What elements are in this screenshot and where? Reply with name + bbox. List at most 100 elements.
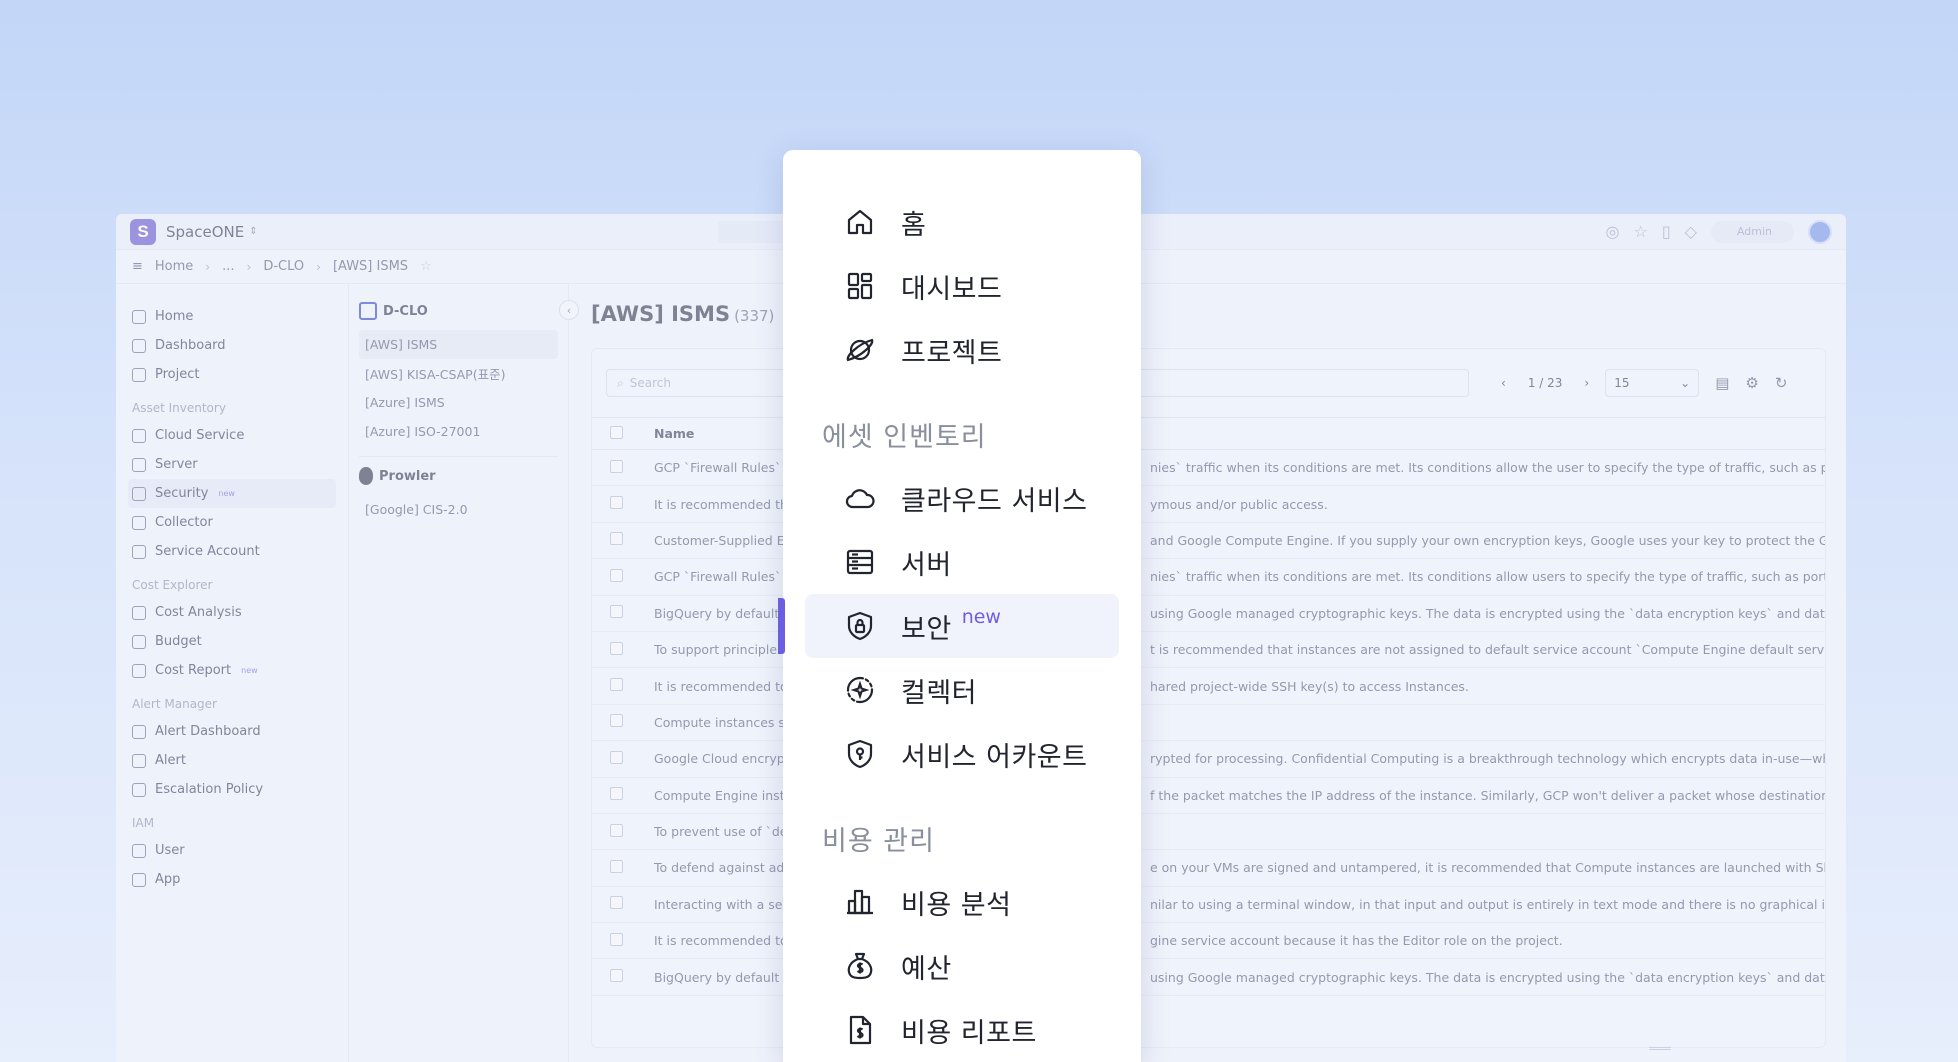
admin-mode-toggle[interactable]: Admin bbox=[1710, 220, 1794, 243]
row-checkbox[interactable] bbox=[610, 678, 623, 692]
lnb-item-app[interactable]: App bbox=[128, 865, 336, 894]
menu-hamburger-icon[interactable]: ≡ bbox=[132, 259, 143, 274]
workspace-switch-icon[interactable]: ⇕ bbox=[249, 226, 257, 237]
pagination: ‹ 1 / 23 › bbox=[1501, 376, 1589, 390]
menu-item-service-account[interactable]: 서비스 어카운트 bbox=[805, 722, 1119, 786]
bell-icon[interactable]: ◇ bbox=[1685, 222, 1697, 241]
resize-handle[interactable] bbox=[1649, 1047, 1671, 1050]
report-icon bbox=[843, 1013, 877, 1047]
menu-item-cloud-service[interactable]: 클라우드 서비스 bbox=[805, 466, 1119, 530]
table-row[interactable]: It is recommended to gine service account… bbox=[592, 922, 1825, 960]
menu-item-cost-report[interactable]: 비용 리포트 bbox=[805, 998, 1119, 1062]
table-row[interactable]: Interacting with a ser nilar to using a t… bbox=[592, 886, 1825, 924]
lnb-item-cost-report[interactable]: Cost Report new bbox=[128, 656, 336, 685]
column-header-name[interactable]: Name bbox=[654, 417, 784, 450]
row-checkbox[interactable] bbox=[610, 641, 623, 655]
table-row[interactable]: Compute Engine insta f the packet matches… bbox=[592, 777, 1825, 814]
row-checkbox[interactable] bbox=[610, 568, 623, 582]
row-checkbox[interactable] bbox=[610, 896, 623, 910]
menu-item-dashboard[interactable]: 대시보드 bbox=[805, 254, 1119, 318]
table-row[interactable]: GCP `Firewall Rules` a nies` traffic when… bbox=[592, 558, 1825, 596]
breadcrumb-home[interactable]: Home bbox=[155, 259, 193, 274]
table-row[interactable]: Customer-Supplied En and Google Compute E… bbox=[592, 522, 1825, 560]
refresh-icon[interactable]: ↻ bbox=[1775, 374, 1788, 392]
breadcrumb-workspace[interactable]: D-CLO bbox=[263, 259, 304, 274]
row-name: Customer-Supplied En bbox=[654, 522, 784, 560]
left-nav: Home Dashboard Project Asset Inventory C… bbox=[116, 284, 349, 1062]
breadcrumb-ellipsis[interactable]: ... bbox=[222, 259, 234, 274]
user-avatar[interactable] bbox=[1808, 219, 1832, 244]
menu-item-security[interactable]: 보안 new bbox=[778, 594, 1119, 658]
tree-item[interactable]: [AWS] ISMS bbox=[359, 330, 558, 359]
notice-icon[interactable]: ▯ bbox=[1662, 222, 1671, 241]
row-name: Interacting with a ser bbox=[654, 886, 784, 924]
prev-page-icon[interactable]: ‹ bbox=[1501, 376, 1506, 390]
row-checkbox[interactable] bbox=[610, 969, 623, 983]
lnb-item-cloud-service[interactable]: Cloud Service bbox=[128, 421, 336, 450]
lnb-item-home[interactable]: Home bbox=[128, 302, 336, 331]
lnb-item-alert[interactable]: Alert bbox=[128, 746, 336, 775]
server-icon bbox=[843, 545, 877, 579]
menu-item-home[interactable]: 홈 bbox=[805, 190, 1119, 254]
favorite-star-icon[interactable]: ☆ bbox=[1633, 222, 1647, 241]
lnb-item-collector[interactable]: Collector bbox=[128, 508, 336, 537]
spaceone-logo[interactable]: S bbox=[130, 218, 156, 245]
menu-heading-asset-inventory: 에셋 인벤토리 bbox=[822, 421, 987, 453]
gear-icon[interactable]: ⚙ bbox=[1745, 374, 1758, 392]
cloud-icon bbox=[132, 428, 146, 443]
money-bag-icon bbox=[843, 949, 877, 983]
lnb-item-user[interactable]: User bbox=[128, 836, 336, 865]
tree-item[interactable]: [Azure] ISMS bbox=[359, 388, 558, 417]
table-row[interactable]: Compute instances sh bbox=[592, 704, 1825, 742]
breadcrumb-current: [AWS] ISMS bbox=[332, 259, 409, 274]
menu-item-collector[interactable]: 컬렉터 bbox=[805, 658, 1119, 722]
lnb-item-service-account[interactable]: Service Account bbox=[128, 537, 336, 566]
lnb-item-cost-analysis[interactable]: Cost Analysis bbox=[128, 598, 336, 627]
lnb-item-security[interactable]: Security new bbox=[128, 479, 336, 508]
next-page-icon[interactable]: › bbox=[1584, 376, 1589, 390]
menu-item-cost-analysis[interactable]: 비용 분석 bbox=[805, 870, 1119, 934]
lnb-item-dashboard[interactable]: Dashboard bbox=[128, 331, 336, 360]
page-size-select[interactable]: 15 ⌄ bbox=[1605, 369, 1700, 397]
row-checkbox[interactable] bbox=[610, 459, 623, 473]
lnb-item-escalation-policy[interactable]: Escalation Policy bbox=[128, 775, 336, 804]
row-checkbox[interactable] bbox=[610, 532, 623, 546]
table-row[interactable]: BigQuery by default e using Google manage… bbox=[592, 958, 1825, 996]
table-row[interactable]: It is recommended to hared project-wide S… bbox=[592, 667, 1825, 705]
row-checkbox[interactable] bbox=[610, 750, 623, 764]
row-checkbox[interactable] bbox=[610, 932, 623, 946]
user-icon bbox=[132, 843, 146, 858]
menu-item-server[interactable]: 서버 bbox=[805, 530, 1119, 594]
brand-name[interactable]: SpaceONE bbox=[166, 223, 244, 241]
lnb-item-budget[interactable]: Budget bbox=[128, 627, 336, 656]
row-checkbox[interactable] bbox=[610, 714, 623, 728]
table-row[interactable]: Google Cloud encrypt rypted for processin… bbox=[592, 740, 1825, 778]
table-row[interactable]: GCP `Firewall Rules` a nies` traffic when… bbox=[592, 449, 1825, 487]
row-checkbox[interactable] bbox=[610, 823, 623, 837]
globe-icon[interactable]: ◎ bbox=[1606, 222, 1620, 241]
favorite-star-icon[interactable]: ☆ bbox=[420, 259, 432, 274]
menu-item-project[interactable]: 프로젝트 bbox=[805, 318, 1119, 382]
tree-item[interactable]: [Azure] ISO-27001 bbox=[359, 417, 558, 446]
table-row[interactable]: BigQuery by default e using Google manage… bbox=[592, 595, 1825, 632]
lnb-item-project[interactable]: Project bbox=[128, 360, 336, 389]
row-checkbox[interactable] bbox=[610, 496, 623, 510]
cloud-icon bbox=[843, 481, 877, 515]
chevron-right-icon: › bbox=[246, 259, 252, 274]
table-row[interactable]: To support principle ot is recommended t… bbox=[592, 631, 1825, 669]
row-checkbox[interactable] bbox=[610, 787, 623, 801]
table-row[interactable]: It is recommended th ymous and/or public … bbox=[592, 485, 1825, 523]
tree-item[interactable]: [Google] CIS-2.0 bbox=[359, 495, 558, 524]
tree-item[interactable]: [AWS] KISA-CSAP(표준) bbox=[359, 359, 558, 388]
row-checkbox[interactable] bbox=[610, 859, 623, 873]
lnb-item-alert-dashboard[interactable]: Alert Dashboard bbox=[128, 717, 336, 746]
main-content: [AWS] ISMS (337) ⌕ Search ‹ 1 / 23 › 15 ⌄ ▤… bbox=[569, 284, 1846, 1062]
excel-export-icon[interactable]: ▤ bbox=[1715, 374, 1729, 392]
prowler-logo-icon bbox=[359, 467, 373, 485]
row-checkbox[interactable] bbox=[610, 605, 623, 619]
select-all-checkbox[interactable] bbox=[610, 425, 623, 439]
lnb-item-server[interactable]: Server bbox=[128, 450, 336, 479]
table-row[interactable]: To prevent use of `def bbox=[592, 813, 1825, 851]
table-row[interactable]: To defend against adv e on your VMs are s… bbox=[592, 849, 1825, 887]
menu-item-budget[interactable]: 예산 bbox=[805, 934, 1119, 998]
